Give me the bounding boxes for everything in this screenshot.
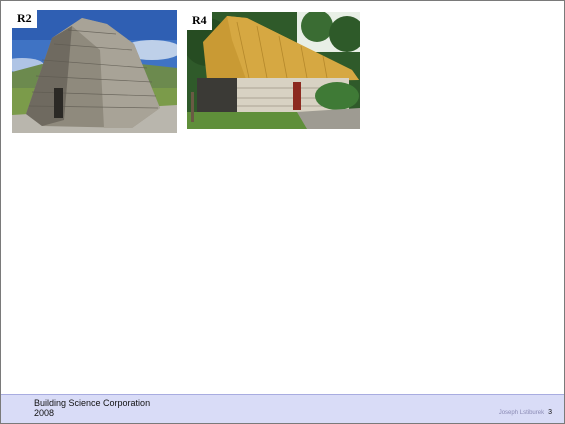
organization-name: Building Science Corporation (34, 398, 151, 408)
photo-label: R2 (12, 10, 37, 28)
stone-building-photo: R2 (12, 10, 177, 133)
footer-organization-block: Building Science Corporation 2008 (34, 398, 150, 418)
photo-label: R4 (187, 12, 212, 30)
page-number: 3 (548, 409, 552, 416)
author-name: Joseph Lstiburek (498, 410, 545, 416)
stone-building-illustration (12, 10, 177, 133)
slide: R2 R4 Building Science Corporation 2008 … (0, 0, 565, 424)
footer-credit: Joseph Lstiburek 3 (499, 409, 552, 416)
footer-year: 2008 (34, 408, 55, 418)
slide-footer: Building Science Corporation 2008 Joseph… (1, 394, 564, 423)
thatched-cottage-photo: R4 (187, 12, 360, 129)
thatched-cottage-illustration (187, 12, 360, 129)
